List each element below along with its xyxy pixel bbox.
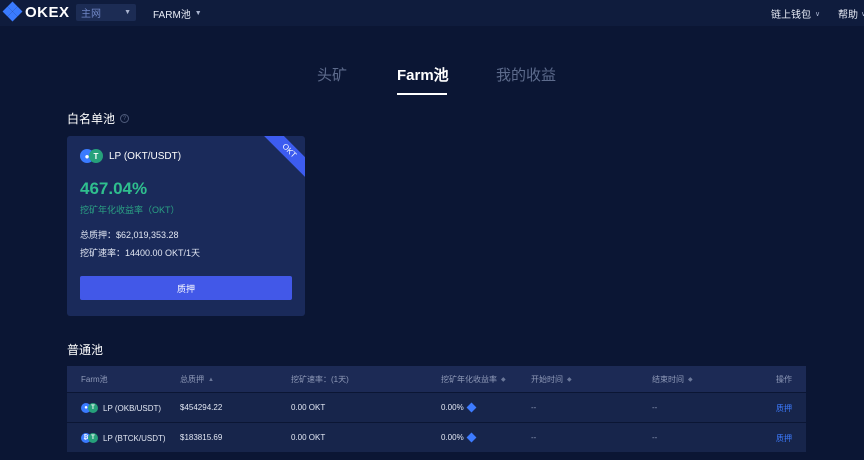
col-start-label: 开始时间: [531, 375, 563, 384]
pair-icons: ₿ T: [81, 433, 99, 443]
total-staked: 总质押：$62,019,353.28: [80, 230, 179, 240]
calculator-icon[interactable]: [466, 402, 477, 413]
pair-icons: ● T: [80, 149, 103, 163]
mining-rate: 挖矿速率：14400.00 OKT/1天: [80, 248, 201, 258]
col-action-label: 操作: [776, 375, 792, 384]
col-apy-label: 挖矿年化收益率: [441, 375, 497, 384]
apy-cell: 0.00%: [441, 432, 477, 443]
pool-pair-name: LP (BTCK/USDT): [103, 433, 166, 443]
end-time-cell: --: [652, 433, 658, 442]
total-staked-cell: $454294.22: [180, 403, 223, 412]
usdt-coin-icon: T: [88, 433, 98, 443]
col-total-staked[interactable]: 总质押 ▲: [180, 374, 214, 385]
start-time-cell: --: [531, 403, 537, 412]
okex-logo[interactable]: OKEX: [2, 1, 70, 22]
col-end-time[interactable]: 结束时间 ◆: [652, 374, 693, 385]
pool-table: Farm池 总质押 ▲ 挖矿速率：(1天) 挖矿年化收益率 ◆ 开始时间 ◆ 结…: [67, 366, 806, 452]
col-mining-rate: 挖矿速率：(1天): [291, 374, 349, 385]
pool-pair: ● T LP (OKT/USDT): [80, 149, 181, 163]
col-end-label: 结束时间: [652, 375, 684, 384]
apy-cell: 0.00%: [441, 402, 477, 413]
normal-pool-title: 普通池: [67, 343, 104, 357]
tab-my-earnings[interactable]: 我的收益: [496, 64, 556, 85]
top-nav: OKEX 主网 ▼ FARM池 ▼ 链上钱包 ∨ 帮助 ∨: [0, 0, 864, 26]
pool-pair-name: LP (OKB/USDT): [103, 403, 162, 413]
chevron-down-icon: ∨: [815, 10, 821, 18]
network-label: 主网: [81, 9, 101, 20]
total-staked-cell: $183815.69: [180, 433, 223, 442]
tab-farm-pool[interactable]: Farm池: [397, 64, 449, 85]
table-row: ₿ T LP (BTCK/USDT) $183815.69 0.00 OKT 0…: [67, 422, 806, 452]
pair-icons: ● T: [81, 403, 99, 413]
pool-pair-cell: ₿ T LP (BTCK/USDT): [81, 433, 166, 443]
main-tabs: 头矿 Farm池 我的收益: [0, 64, 864, 98]
start-time-cell: --: [531, 433, 537, 442]
col-pool: Farm池: [81, 374, 108, 385]
chevron-down-icon: ▼: [124, 9, 131, 16]
calculator-icon[interactable]: [466, 432, 477, 443]
col-total-label: 总质押: [180, 375, 204, 384]
help-menu[interactable]: 帮助 ∨: [838, 6, 864, 21]
end-time-cell: --: [652, 403, 658, 412]
network-selector[interactable]: 主网 ▼: [76, 4, 136, 21]
whitelist-title: 白名单池: [67, 112, 116, 126]
wallet-label: 链上钱包: [771, 10, 811, 21]
pool-pair-cell: ● T LP (OKB/USDT): [81, 403, 161, 413]
wallet-menu[interactable]: 链上钱包 ∨: [771, 6, 820, 21]
stake-link[interactable]: 质押: [776, 403, 792, 414]
col-action: 操作: [776, 374, 792, 385]
tab-first-mining[interactable]: 头矿: [317, 64, 347, 85]
normal-pool-section-title: 普通池: [67, 341, 103, 358]
table-header: Farm池 总质押 ▲ 挖矿速率：(1天) 挖矿年化收益率 ◆ 开始时间 ◆ 结…: [67, 366, 806, 392]
col-pool-label: Farm池: [81, 375, 108, 384]
info-icon[interactable]: ?: [120, 114, 130, 123]
table-row: ● T LP (OKB/USDT) $454294.22 0.00 OKT 0.…: [67, 392, 806, 422]
whitelist-section-title: 白名单池 ?: [67, 110, 130, 127]
okex-logo-icon: [2, 1, 23, 22]
whitelist-pool-card: OKT ● T LP (OKT/USDT) 467.04% 挖矿年化收益率（OK…: [67, 136, 305, 316]
okt-ribbon: OKT: [257, 136, 305, 183]
farm-menu[interactable]: FARM池 ▼: [153, 6, 202, 21]
sort-up-icon: ▲: [208, 376, 214, 383]
sort-icon: ◆: [501, 377, 506, 383]
help-label: 帮助: [838, 10, 858, 21]
pool-apy: 467.04%: [80, 179, 148, 198]
apy-value: 0.00%: [441, 433, 464, 442]
pool-apy-label: 挖矿年化收益率（OKT）: [80, 205, 180, 215]
usdt-coin-icon: T: [89, 149, 103, 163]
farm-menu-label: FARM池: [153, 10, 191, 21]
mining-rate-cell: 0.00 OKT: [291, 433, 326, 442]
col-rate-label: 挖矿速率：(1天): [291, 375, 349, 384]
col-start-time[interactable]: 开始时间 ◆: [531, 374, 572, 385]
active-tab-indicator: [397, 93, 447, 95]
sort-icon: ◆: [567, 377, 572, 383]
col-apy[interactable]: 挖矿年化收益率 ◆: [441, 374, 506, 385]
caret-down-icon: ▼: [194, 10, 202, 17]
pool-pair-name: LP (OKT/USDT): [109, 150, 182, 162]
stake-link[interactable]: 质押: [776, 433, 792, 444]
mining-rate-cell: 0.00 OKT: [291, 403, 326, 412]
logo-text: OKEX: [25, 3, 70, 21]
stake-button[interactable]: 质押: [80, 276, 292, 300]
sort-icon: ◆: [688, 377, 693, 383]
apy-value: 0.00%: [441, 403, 464, 412]
usdt-coin-icon: T: [88, 403, 98, 413]
